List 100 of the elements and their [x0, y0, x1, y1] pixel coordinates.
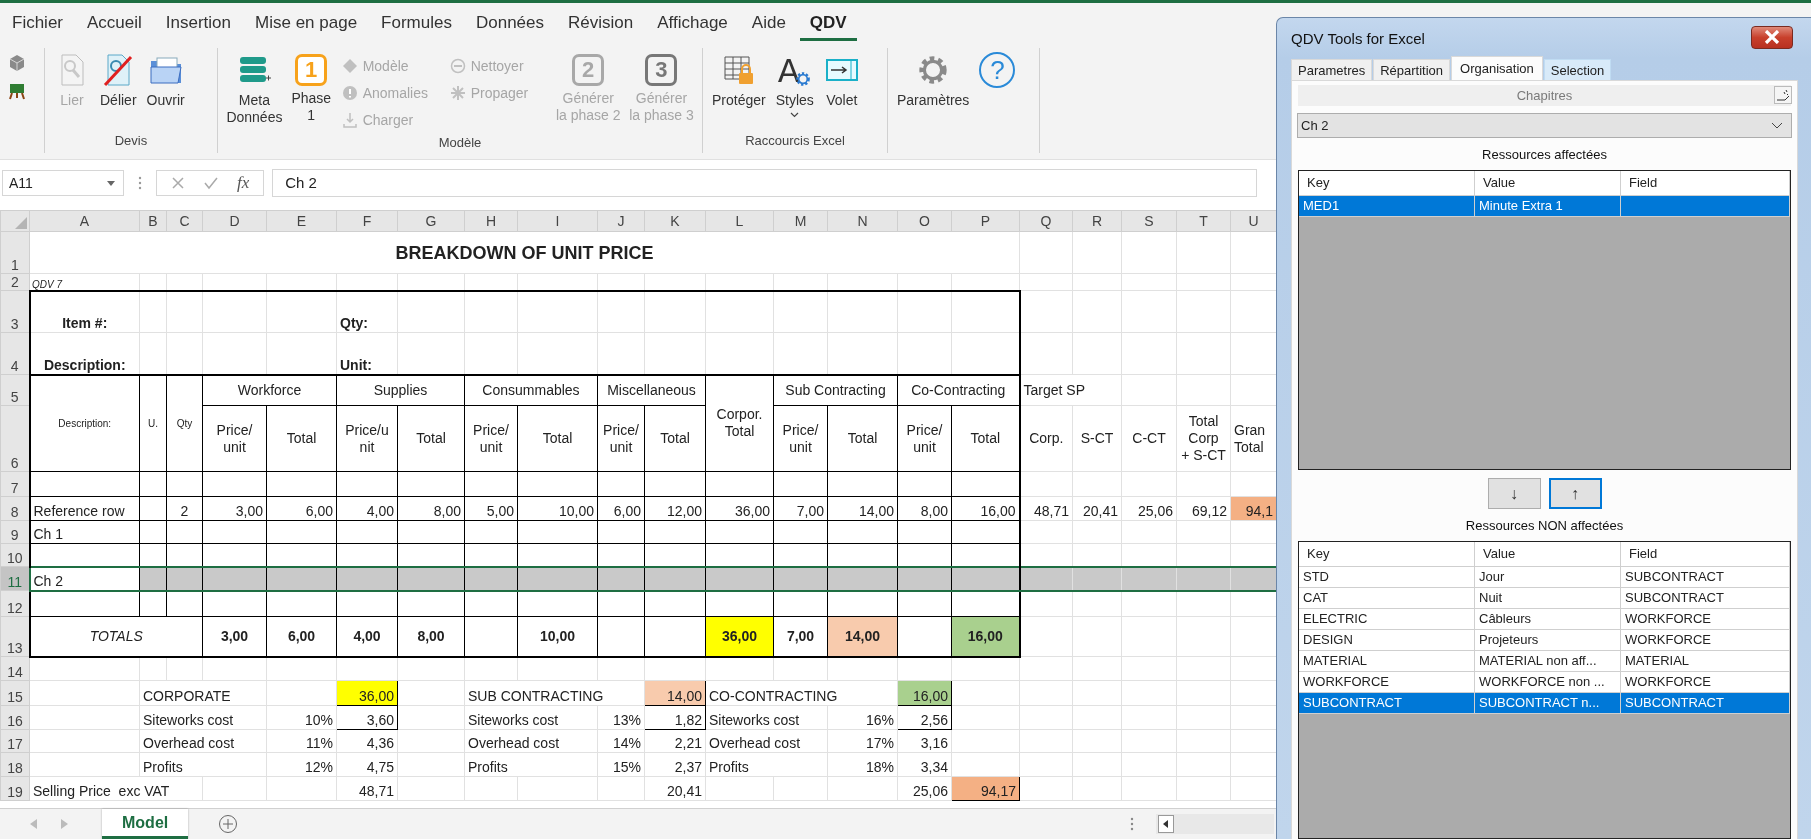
sheet-cell[interactable]: 16,00: [951, 616, 1020, 657]
formula-field[interactable]: Ch 2: [272, 169, 1258, 197]
sheet-cell[interactable]: 6,00: [266, 496, 337, 521]
grid-row[interactable]: SUBCONTRACT SUBCONTRACT n... SUBCONTRACT: [1299, 693, 1790, 714]
sheet-cell[interactable]: 20,41: [644, 776, 706, 801]
ribbon-tab[interactable]: Mise en page: [245, 6, 368, 41]
sheet-cell[interactable]: 20,41: [1072, 496, 1122, 521]
ribbon-tab[interactable]: Données: [465, 6, 555, 41]
sheet-cell[interactable]: Total: [827, 405, 898, 472]
row-header[interactable]: 9: [0, 520, 30, 544]
ribbon-tab[interactable]: Accueil: [77, 6, 152, 41]
column-header[interactable]: K: [644, 210, 706, 232]
column-header[interactable]: J: [597, 210, 645, 232]
sheet-cell[interactable]: Price/ unit: [202, 405, 267, 472]
sheet-cell[interactable]: 8,00: [897, 496, 952, 521]
sheet-cell[interactable]: Total: [951, 405, 1020, 472]
sheet-cell[interactable]: Corp.: [1019, 405, 1073, 472]
sheet-cell[interactable]: 4,00: [336, 496, 398, 521]
sheet-cell[interactable]: 48,71: [1019, 496, 1073, 521]
sheet-cell[interactable]: SUB CONTRACTING: [464, 680, 645, 706]
sheet-cell[interactable]: 2,56: [897, 705, 952, 730]
sheet-cell[interactable]: Profits: [464, 752, 598, 777]
sheet-cell[interactable]: Corpor. Total: [705, 374, 774, 472]
sheet-cell[interactable]: CO-CONTRACTING: [705, 680, 898, 706]
panel-tab[interactable]: Répartition: [1373, 59, 1451, 80]
sheet-cell[interactable]: 3,34: [897, 752, 952, 777]
row-header[interactable]: 16: [0, 705, 30, 730]
sheet-cell[interactable]: TOTALS: [29, 616, 203, 657]
row-header[interactable]: 7: [0, 471, 30, 497]
column-header[interactable]: I: [517, 210, 598, 232]
row-header[interactable]: 19: [0, 776, 30, 801]
sheet-cell[interactable]: 18%: [827, 752, 898, 777]
sheet-cell[interactable]: 14,00: [827, 616, 898, 657]
sheet-cell[interactable]: 12%: [266, 752, 337, 777]
sheet-cell[interactable]: Qty:: [336, 290, 398, 333]
ribbon-button[interactable]: Meta Données: [224, 50, 285, 128]
sheet-cell[interactable]: Price/u nit: [336, 405, 398, 472]
sheet-cell[interactable]: QDV 7: [29, 273, 140, 291]
sheet-cell[interactable]: C-CT: [1121, 405, 1177, 472]
sheet-cell[interactable]: 25,06: [897, 776, 952, 801]
grid-row[interactable]: ELECTRIC Câbleurs WORKFORCE: [1299, 609, 1790, 630]
sheet-cell[interactable]: Target SP: [1019, 374, 1122, 406]
row-header[interactable]: 18: [0, 752, 30, 777]
sheet-cell[interactable]: 4,00: [336, 616, 398, 657]
ribbon-button[interactable]: A Styles: [772, 50, 817, 124]
sheet-cell[interactable]: 17%: [827, 729, 898, 753]
ribbon-tab[interactable]: Insertion: [155, 6, 242, 41]
column-header[interactable]: C: [166, 210, 203, 232]
grid-row[interactable]: STD Jour SUBCONTRACT: [1299, 567, 1790, 588]
sheet-cell[interactable]: Overhead cost: [464, 729, 598, 753]
sheet-cell[interactable]: 3,00: [202, 616, 267, 657]
ribbon-tab[interactable]: QDV: [799, 6, 857, 41]
sheet-cell[interactable]: 10%: [266, 705, 337, 730]
sheet-cell[interactable]: 69,12: [1176, 496, 1231, 521]
grid-row[interactable]: WORKFORCE WORKFORCE non ... WORKFORCE: [1299, 672, 1790, 693]
sheet-cell[interactable]: Profits: [139, 752, 267, 777]
sheet-cell[interactable]: Item #:: [29, 290, 140, 333]
column-header[interactable]: O: [897, 210, 952, 232]
sheet-cell[interactable]: Overhead cost: [139, 729, 267, 753]
sheet-cell[interactable]: Sub Contracting: [773, 374, 898, 406]
sheet-cell[interactable]: 14%: [597, 729, 645, 753]
name-box[interactable]: A11: [2, 170, 124, 196]
sheet-cell[interactable]: Price/ unit: [597, 405, 645, 472]
row-header[interactable]: 10: [0, 543, 30, 567]
sheet-cell[interactable]: Price/ unit: [897, 405, 952, 472]
panel-tab[interactable]: Parametres: [1291, 59, 1373, 80]
row-header[interactable]: 1: [0, 231, 30, 274]
sheet-cell[interactable]: Miscellaneous: [597, 374, 706, 406]
column-header[interactable]: N: [827, 210, 898, 232]
sheet-cell[interactable]: 3,16: [897, 729, 952, 753]
sheet-cell[interactable]: 2,37: [644, 752, 706, 777]
grid-row[interactable]: MED1 Minute Extra 1: [1299, 196, 1790, 217]
row-header[interactable]: 6: [0, 405, 30, 472]
ribbon-tab[interactable]: Révision: [558, 6, 644, 41]
ribbon-tab[interactable]: Formules: [371, 6, 462, 41]
function-button[interactable]: fx: [237, 173, 250, 193]
sheet-cell[interactable]: 16,00: [951, 496, 1020, 521]
row-header[interactable]: 11: [0, 566, 30, 591]
row-header[interactable]: 12: [0, 590, 30, 617]
column-header[interactable]: S: [1121, 210, 1177, 232]
sheet-cell[interactable]: 36,00: [705, 616, 774, 657]
sheet-cell[interactable]: Siteworks cost: [464, 705, 598, 730]
move-button[interactable]: ↑: [1548, 478, 1602, 509]
column-header[interactable]: E: [266, 210, 337, 232]
chapter-dropdown[interactable]: Ch 2: [1297, 113, 1792, 138]
sheet-cell[interactable]: 14,00: [827, 496, 898, 521]
sheet-cell[interactable]: 6,00: [266, 616, 337, 657]
sheet-cell[interactable]: Siteworks cost: [139, 705, 267, 730]
grid-row[interactable]: CAT Nuit SUBCONTRACT: [1299, 588, 1790, 609]
ribbon-button[interactable]: Volet: [820, 50, 863, 111]
grid-row[interactable]: MATERIAL MATERIAL non aff... MATERIAL: [1299, 651, 1790, 672]
ribbon-tab[interactable]: Affichage: [647, 6, 738, 41]
column-header[interactable]: A: [29, 210, 140, 232]
column-header[interactable]: U: [1230, 210, 1277, 232]
panel-tab[interactable]: Selection: [1543, 59, 1612, 80]
column-header[interactable]: T: [1176, 210, 1231, 232]
sheet-cell[interactable]: 4,36: [336, 729, 398, 753]
row-header[interactable]: 13: [0, 616, 30, 657]
sheet-cell[interactable]: 2: [166, 496, 203, 521]
sheet-cell[interactable]: Supplies: [336, 374, 465, 406]
